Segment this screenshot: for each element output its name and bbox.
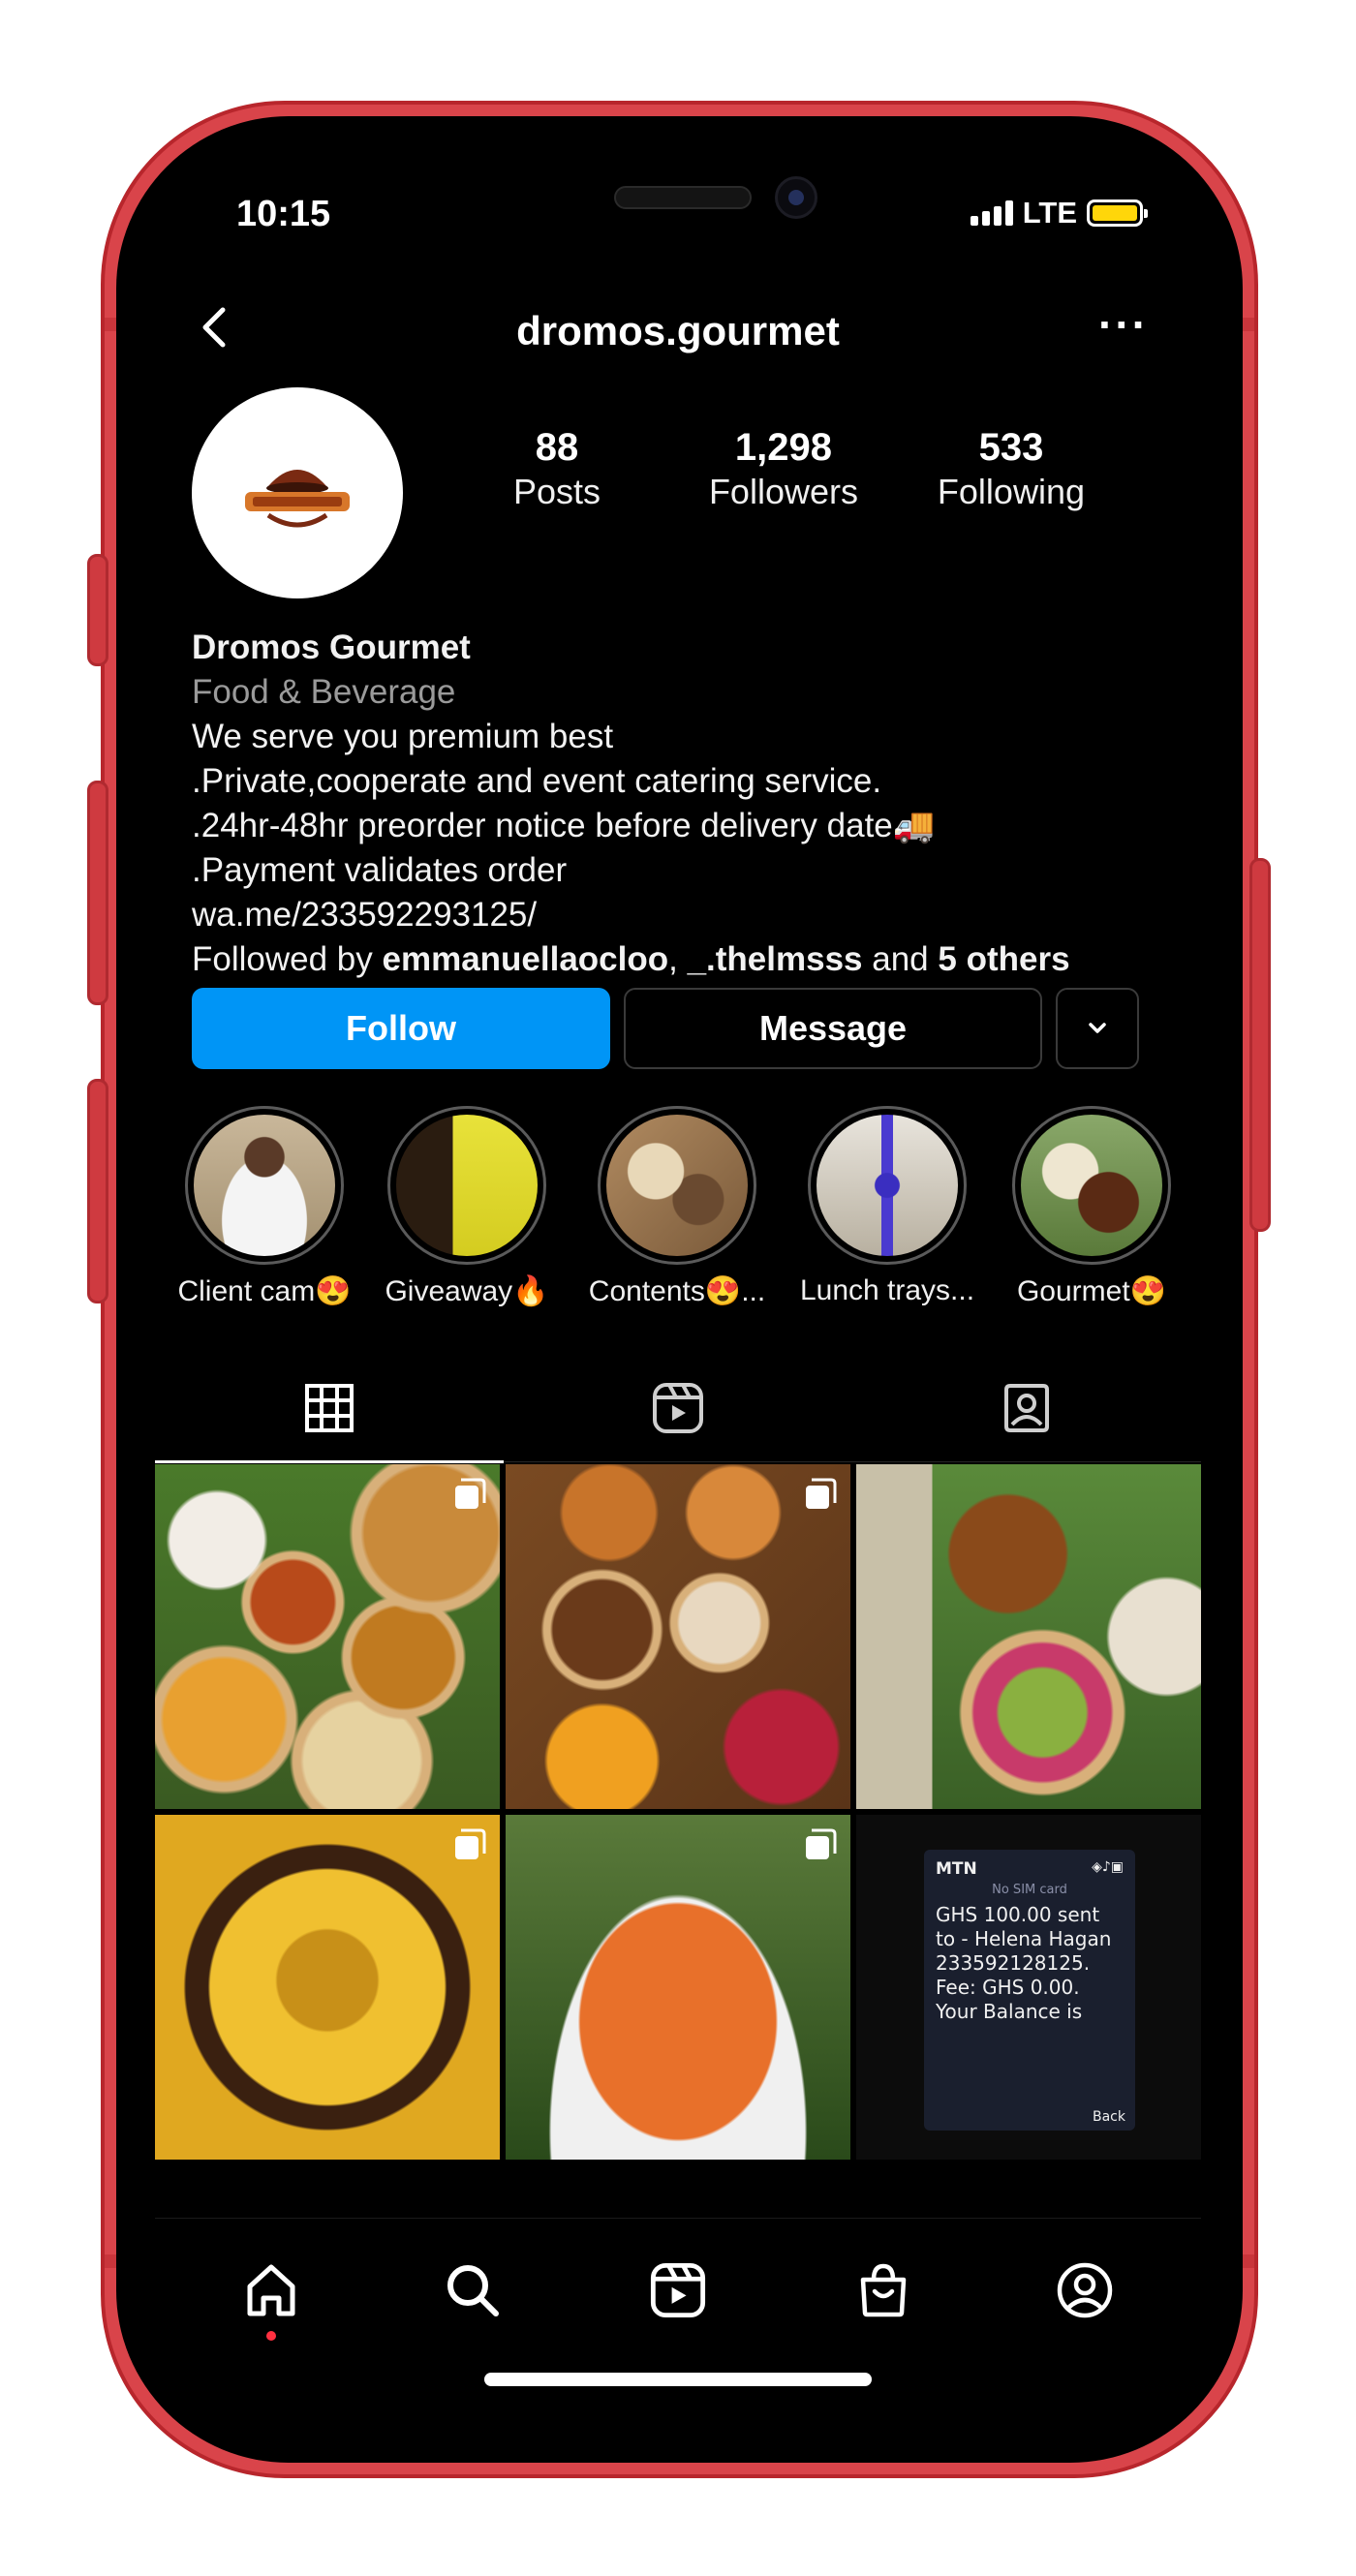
- home-icon: [247, 2264, 295, 2316]
- profile-username: dromos.gourmet: [516, 308, 840, 353]
- post-thumbnail[interactable]: MTN ◈♪▣ No SIM card GHS 100.00 sent to - …: [856, 1815, 1201, 2160]
- display-name: Dromos Gourmet: [192, 629, 471, 666]
- profile-avatar[interactable]: [192, 387, 403, 598]
- multiple-posts-icon: [806, 1828, 837, 1859]
- sms-line: GHS 100.00 sent: [936, 1903, 1100, 1926]
- followers-count[interactable]: 1,298 Followers: [709, 426, 858, 512]
- post-thumbnail[interactable]: [155, 1815, 500, 2160]
- category-label: Food & Beverage: [192, 673, 456, 711]
- shop-bag-icon: [860, 2263, 907, 2317]
- follow-button[interactable]: Follow: [192, 988, 610, 1069]
- bio-line: .Private,cooperate and event catering se…: [192, 762, 882, 800]
- tab-tagged[interactable]: [852, 1354, 1201, 1462]
- message-button[interactable]: Message: [624, 988, 1042, 1069]
- bio-line: .Payment validates order: [192, 851, 568, 889]
- screen: 10:15 LTE dromos.gourmet ··· 88 Posts 1,…: [155, 155, 1201, 2421]
- feature-phone-screen: MTN ◈♪▣ No SIM card GHS 100.00 sent to - …: [924, 1850, 1135, 2131]
- post-thumbnail[interactable]: [506, 1815, 850, 2160]
- suggested-dropdown-button[interactable]: [1056, 988, 1139, 1069]
- highlight-label: Giveaway🔥: [385, 1275, 549, 1307]
- sms-line: to - Helena Hagan: [936, 1927, 1112, 1950]
- highlight-contents[interactable]: Contents😍...: [575, 1106, 779, 1308]
- nav-search[interactable]: [434, 2252, 511, 2329]
- search-icon: [447, 2265, 499, 2316]
- profile-actions: Follow Message: [192, 988, 1160, 1069]
- multiple-posts-icon: [455, 1828, 486, 1859]
- profile-bio: Dromos Gourmet Food & Beverage We serve …: [192, 626, 1170, 982]
- volume-down-button: [87, 1079, 108, 1303]
- post-thumbnail[interactable]: [856, 1464, 1201, 1809]
- posts-count[interactable]: 88 Posts: [484, 426, 630, 512]
- highlight-label: Gourmet😍: [1016, 1275, 1167, 1307]
- bio-line: We serve you premium best: [192, 718, 614, 755]
- tab-grid[interactable]: [155, 1354, 504, 1463]
- profile-stats: 88 Posts 1,298 Followers 533 Following: [484, 426, 1085, 512]
- follower-user[interactable]: emmanuellaocloo: [382, 940, 668, 978]
- highlight-label: Client cam😍: [177, 1275, 352, 1307]
- post-thumbnail[interactable]: [506, 1464, 850, 1809]
- highlight-cover: [194, 1115, 335, 1256]
- bio-line: .24hr-48hr preorder notice before delive…: [192, 807, 936, 844]
- profile-tabs: [155, 1354, 1201, 1463]
- following-count[interactable]: 533 Following: [938, 426, 1085, 512]
- posts-grid: MTN ◈♪▣ No SIM card GHS 100.00 sent to - …: [155, 1464, 1201, 2160]
- nav-shop[interactable]: [845, 2252, 922, 2329]
- highlight-cover: [1021, 1115, 1162, 1256]
- reels-icon: [650, 2262, 706, 2318]
- highlight-lunch-trays[interactable]: Lunch trays...: [786, 1106, 989, 1307]
- more-options-button[interactable]: ···: [1098, 302, 1149, 347]
- multiple-posts-icon: [806, 1478, 837, 1509]
- silent-switch: [87, 554, 108, 666]
- tab-reels[interactable]: [504, 1354, 852, 1462]
- highlight-gourmet[interactable]: Gourmet😍: [990, 1106, 1193, 1308]
- power-button: [1249, 858, 1271, 1232]
- sms-operator: MTN: [936, 1859, 977, 1879]
- sms-line: Your Balance is: [936, 2000, 1083, 2023]
- multiple-posts-icon: [455, 1478, 486, 1509]
- volume-up-button: [87, 781, 108, 1005]
- notification-dot: [266, 2331, 276, 2341]
- profile-header: dromos.gourmet ···: [155, 281, 1201, 378]
- signal-icon: [970, 200, 1013, 226]
- sms-sim: No SIM card: [992, 1883, 1067, 1897]
- more-horizontal-icon: ···: [1098, 299, 1149, 350]
- home-indicator[interactable]: [484, 2373, 872, 2386]
- highlight-cover: [396, 1115, 538, 1256]
- followers-others[interactable]: 5 others: [938, 940, 1069, 978]
- status-time: 10:15: [236, 194, 331, 234]
- tagged-icon: [1004, 1384, 1049, 1432]
- chevron-down-icon: [1089, 1023, 1106, 1033]
- story-highlights: Client cam😍 Giveaway🔥 Contents😍... Lunch…: [155, 1106, 1201, 1309]
- sms-line: Fee: GHS 0.00.: [936, 1976, 1080, 1999]
- sms-line: 233592128125.: [936, 1951, 1091, 1975]
- grid-icon: [305, 1384, 354, 1432]
- nav-profile[interactable]: [1046, 2252, 1124, 2329]
- highlight-label: Contents😍...: [588, 1275, 766, 1307]
- network-type: LTE: [1022, 196, 1077, 230]
- front-camera: [775, 176, 817, 219]
- nav-reels[interactable]: [639, 2252, 717, 2329]
- highlight-client-cam[interactable]: Client cam😍: [163, 1106, 366, 1308]
- status-icons: LTE: [970, 196, 1148, 230]
- earpiece-speaker: [614, 186, 752, 209]
- bottom-navigation: [155, 2218, 1201, 2344]
- followed-by[interactable]: Followed by emmanuellaocloo, _.thelmsss …: [192, 937, 1170, 982]
- bio-link[interactable]: wa.me/233592293125/: [192, 893, 1170, 937]
- post-thumbnail[interactable]: [155, 1464, 500, 1809]
- sms-softkey: Back: [1093, 2109, 1125, 2125]
- highlight-label: Lunch trays...: [799, 1274, 975, 1306]
- reels-icon: [653, 1383, 703, 1433]
- highlight-cover: [817, 1115, 958, 1256]
- highlight-cover: [606, 1115, 748, 1256]
- follower-user[interactable]: _.thelmsss: [688, 940, 863, 978]
- nav-home[interactable]: [232, 2252, 310, 2329]
- brand-logo: [245, 470, 350, 528]
- battery-icon: [1087, 199, 1148, 227]
- highlight-giveaway[interactable]: Giveaway🔥: [365, 1106, 569, 1308]
- profile-icon: [1057, 2262, 1113, 2318]
